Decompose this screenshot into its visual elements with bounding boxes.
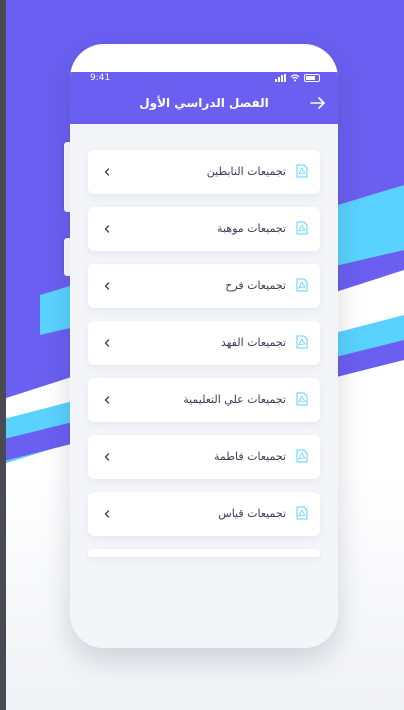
collections-list: تجميعات النابطين تجميعات موهبة تجميعات ف… — [88, 150, 320, 557]
pdf-file-icon — [296, 164, 308, 178]
list-item[interactable]: تجميعات فاطمة — [88, 435, 320, 479]
phone-frame: 9:41 الفصل الدراسي الأول تجميعات النابطي… — [70, 44, 338, 648]
list-item-label: تجميعات النابطين — [206, 165, 286, 178]
pdf-file-icon — [296, 506, 308, 520]
list-item-partial — [88, 549, 320, 557]
battery-icon — [304, 74, 320, 82]
arrow-right-icon[interactable] — [308, 94, 328, 112]
list-item-label: تجميعات الفهد — [220, 336, 286, 349]
pdf-file-icon — [296, 221, 308, 235]
background-edge — [0, 0, 6, 710]
list-item[interactable]: تجميعات قياس — [88, 492, 320, 536]
chevron-left-icon — [104, 339, 110, 347]
page-title: الفصل الدراسي الأول — [139, 96, 269, 110]
list-item[interactable]: تجميعات فرح — [88, 264, 320, 308]
wifi-icon — [290, 74, 300, 82]
chevron-left-icon — [104, 282, 110, 290]
list-item-label: تجميعات موهبة — [217, 222, 286, 235]
chevron-left-icon — [104, 510, 110, 518]
app-screen: 9:41 الفصل الدراسي الأول تجميعات النابطي… — [70, 72, 338, 648]
list-item[interactable]: تجميعات الفهد — [88, 321, 320, 365]
list-item[interactable]: تجميعات موهبة — [88, 207, 320, 251]
pdf-file-icon — [296, 392, 308, 406]
chevron-left-icon — [104, 453, 110, 461]
pdf-file-icon — [296, 278, 308, 292]
status-time: 9:41 — [90, 73, 111, 83]
chevron-left-icon — [104, 225, 110, 233]
list-item-label: تجميعات علي التعليمية — [183, 393, 286, 406]
list-item[interactable]: تجميعات علي التعليمية — [88, 378, 320, 422]
list-item[interactable]: تجميعات النابطين — [88, 150, 320, 194]
app-header: 9:41 الفصل الدراسي الأول — [70, 72, 338, 124]
pdf-file-icon — [296, 449, 308, 463]
list-item-label: تجميعات فرح — [225, 279, 286, 292]
status-bar: 9:41 — [70, 72, 338, 88]
chevron-left-icon — [104, 396, 110, 404]
status-icons — [275, 74, 320, 82]
chevron-left-icon — [104, 168, 110, 176]
pdf-file-icon — [296, 335, 308, 349]
list-item-label: تجميعات فاطمة — [214, 450, 286, 463]
list-item-label: تجميعات قياس — [218, 507, 286, 520]
signal-icon — [275, 74, 286, 82]
